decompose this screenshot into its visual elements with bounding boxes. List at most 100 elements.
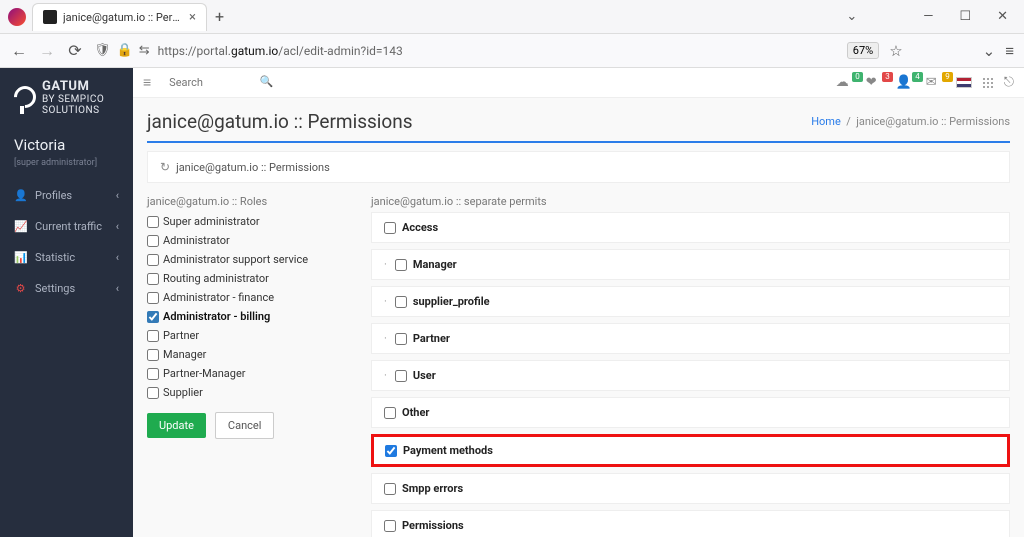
sidebar-item-current-traffic[interactable]: 📈Current traffic‹ (0, 211, 133, 242)
permit-label: Partner (413, 332, 450, 345)
role-checkbox-row[interactable]: Partner (147, 326, 357, 345)
role-checkbox[interactable] (147, 235, 159, 247)
forward-button: → (38, 42, 56, 60)
role-checkbox-row[interactable]: Partner-Manager (147, 364, 357, 383)
new-tab-button[interactable]: + (215, 7, 224, 26)
cancel-button[interactable]: Cancel (215, 412, 274, 439)
search-icon[interactable]: 🔍 (259, 75, 273, 88)
role-checkbox[interactable] (147, 292, 159, 304)
current-user-name: Victoria (0, 126, 133, 158)
permit-row[interactable]: Permissions (371, 510, 1010, 537)
permit-checkbox[interactable] (384, 520, 396, 532)
language-flag-icon[interactable] (956, 77, 972, 88)
role-checkbox-row[interactable]: Supplier (147, 383, 357, 402)
toolbar-badge[interactable]: ✉9 (926, 75, 946, 91)
tab-close-icon[interactable]: × (189, 10, 196, 25)
role-checkbox[interactable] (147, 349, 159, 361)
permit-row[interactable]: Other (371, 397, 1010, 428)
window-close-icon[interactable]: ✕ (997, 9, 1008, 24)
url-field[interactable]: 🛡 🔒 ⇆ https://portal.gatum.io/acl/edit-a… (94, 43, 837, 58)
permit-row[interactable]: Access (371, 212, 1010, 243)
role-checkbox[interactable] (147, 273, 159, 285)
breadcrumb-home[interactable]: Home (811, 115, 841, 128)
browser-tab[interactable]: janice@gatum.io :: Permissions × (32, 3, 207, 31)
permit-checkbox[interactable] (395, 333, 407, 345)
sidebar-item-icon: 📈 (14, 220, 27, 233)
top-toolbar: ≡ 🔍 ☁0 ❤3 👤4 ✉9 ⎋ (133, 68, 1024, 98)
permit-row[interactable]: User (371, 360, 1010, 391)
role-label: Routing administrator (163, 272, 269, 285)
permit-checkbox[interactable] (384, 222, 396, 234)
window-minimize-icon[interactable]: — (923, 9, 933, 24)
window-maximize-icon[interactable]: ☐ (959, 9, 971, 24)
permit-row[interactable]: Partner (371, 323, 1010, 354)
app-menu-icon[interactable]: ≡ (1005, 42, 1014, 60)
permit-label: Permissions (402, 519, 464, 532)
back-button[interactable]: ← (10, 42, 28, 60)
logout-icon[interactable]: ⎋ (1004, 75, 1014, 90)
role-checkbox[interactable] (147, 387, 159, 399)
sidebar-item-settings[interactable]: ⚙Settings‹ (0, 273, 133, 304)
chevron-left-icon: ‹ (116, 282, 119, 295)
role-checkbox[interactable] (147, 368, 159, 380)
update-button[interactable]: Update (147, 413, 206, 438)
zoom-level[interactable]: 67% (847, 42, 879, 59)
roles-title: janice@gatum.io :: Roles (147, 191, 357, 212)
current-user-role: [super administrator] (0, 158, 133, 180)
chevron-left-icon: ‹ (116, 220, 119, 233)
role-checkbox[interactable] (147, 254, 159, 266)
chevron-left-icon: ‹ (116, 189, 119, 202)
chevron-left-icon: ‹ (116, 251, 119, 264)
permit-checkbox[interactable] (384, 407, 396, 419)
sidebar-toggle-icon[interactable]: ≡ (143, 74, 151, 91)
window-controls: ⌄ — ☐ ✕ (846, 9, 1018, 24)
permit-row[interactable]: Smpp errors (371, 473, 1010, 504)
role-checkbox-row[interactable]: Super administrator (147, 212, 357, 231)
permit-checkbox[interactable] (395, 259, 407, 271)
role-checkbox-row[interactable]: Administrator support service (147, 250, 357, 269)
role-label: Super administrator (163, 215, 260, 228)
toolbar-badge[interactable]: 👤4 (896, 75, 916, 91)
main-content: ≡ 🔍 ☁0 ❤3 👤4 ✉9 ⎋ janice@gatum.io :: Permis… (133, 68, 1024, 537)
brand-text: GATUM BY SEMPICO SOLUTIONS (42, 80, 119, 116)
role-checkbox[interactable] (147, 216, 159, 228)
role-label: Manager (163, 348, 206, 361)
role-checkbox[interactable] (147, 330, 159, 342)
apps-grid-icon[interactable] (982, 77, 994, 89)
search-wrapper: 🔍 (165, 72, 275, 93)
permits-column: janice@gatum.io :: separate permits Acce… (371, 191, 1010, 537)
reload-button[interactable]: ⟳ (66, 42, 84, 60)
permit-label: Other (402, 406, 429, 419)
permit-row[interactable]: supplier_profile (371, 286, 1010, 317)
toolbar-right: ☁0 ❤3 👤4 ✉9 ⎋ (836, 75, 1014, 91)
tab-title: janice@gatum.io :: Permissions (63, 11, 183, 24)
pocket-icon[interactable]: ⌄ (983, 42, 996, 60)
role-checkbox-row[interactable]: Administrator (147, 231, 357, 250)
sidebar-item-profiles[interactable]: 👤Profiles‹ (0, 180, 133, 211)
sidebar-item-statistic[interactable]: 📊Statistic‹ (0, 242, 133, 273)
subheader: janice@gatum.io :: Permissions (147, 151, 1010, 183)
toolbar-badge[interactable]: ❤3 (866, 75, 886, 91)
role-checkbox-row[interactable]: Routing administrator (147, 269, 357, 288)
permit-checkbox[interactable] (385, 445, 397, 457)
permit-checkbox[interactable] (384, 483, 396, 495)
permit-label: supplier_profile (413, 295, 490, 308)
role-checkbox-row[interactable]: Administrator - billing (147, 307, 357, 326)
browser-titlebar: janice@gatum.io :: Permissions × + ⌄ — ☐… (0, 0, 1024, 34)
permit-row[interactable]: Manager (371, 249, 1010, 280)
bookmark-icon[interactable]: ☆ (889, 42, 902, 60)
roles-column: janice@gatum.io :: Roles Super administr… (147, 191, 357, 537)
tab-overflow-icon[interactable]: ⌄ (846, 9, 857, 24)
permit-label: User (413, 369, 436, 382)
browser-address-bar: ← → ⟳ 🛡 🔒 ⇆ https://portal.gatum.io/acl/… (0, 34, 1024, 68)
permit-checkbox[interactable] (395, 370, 407, 382)
lock-icon: 🔒 (117, 43, 133, 58)
role-checkbox-row[interactable]: Manager (147, 345, 357, 364)
toolbar-badge[interactable]: ☁0 (836, 75, 856, 91)
permit-checkbox[interactable] (395, 296, 407, 308)
role-label: Administrator - finance (163, 291, 274, 304)
role-checkbox-row[interactable]: Administrator - finance (147, 288, 357, 307)
permit-row[interactable]: Payment methods (371, 434, 1010, 467)
role-checkbox[interactable] (147, 311, 159, 323)
roles-buttons: Update Cancel (147, 412, 357, 439)
